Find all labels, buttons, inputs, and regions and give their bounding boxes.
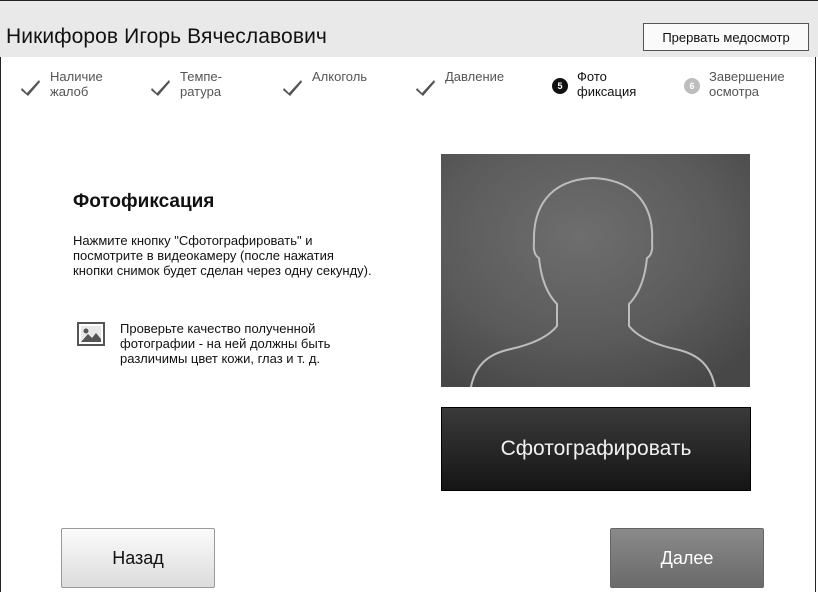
step-label: Завершение осмотра: [709, 69, 785, 99]
check-icon: [150, 77, 172, 99]
page-title: Фотофиксация: [73, 191, 215, 212]
check-icon: [20, 77, 42, 99]
step-label: Наличие жалоб: [50, 69, 103, 99]
step-number-badge: 6: [684, 78, 700, 94]
step-label: Темпе- ратура: [180, 69, 222, 99]
patient-name: Никифоров Игорь Вячеславович: [6, 25, 327, 48]
step-temperature: Темпе- ратура: [150, 69, 222, 99]
check-icon: [415, 77, 437, 99]
step-label: Фото фиксация: [577, 69, 637, 99]
hint-text: Проверьте качество полученной фотографии…: [120, 321, 331, 366]
step-alcohol: Алкоголь: [282, 69, 367, 99]
steps-progress: Наличие жалоб Темпе- ратура Алкоголь Дав…: [0, 57, 818, 112]
check-icon: [282, 77, 304, 99]
step-label: Давление: [445, 69, 505, 84]
silhouette-guide-icon: [441, 154, 750, 387]
image-icon: [77, 322, 105, 346]
step-finish: 6 Завершение осмотра: [684, 69, 785, 99]
step-number-badge: 5: [552, 78, 568, 94]
header-bar: Никифоров Игорь Вячеславович Прервать ме…: [0, 0, 818, 57]
step-photo: 5 Фото фиксация: [552, 69, 636, 99]
take-photo-button[interactable]: Сфотографировать: [441, 407, 751, 491]
next-button[interactable]: Далее: [610, 528, 764, 588]
step-pressure: Давление: [415, 69, 504, 99]
abort-exam-button[interactable]: Прервать медосмотр: [643, 23, 809, 51]
back-button[interactable]: Назад: [61, 528, 215, 588]
step-label: Алкоголь: [312, 69, 368, 84]
camera-preview: [441, 154, 750, 387]
step-complaints: Наличие жалоб: [20, 69, 103, 99]
instruction-text: Нажмите кнопку "Сфотографировать" и посм…: [73, 233, 372, 278]
